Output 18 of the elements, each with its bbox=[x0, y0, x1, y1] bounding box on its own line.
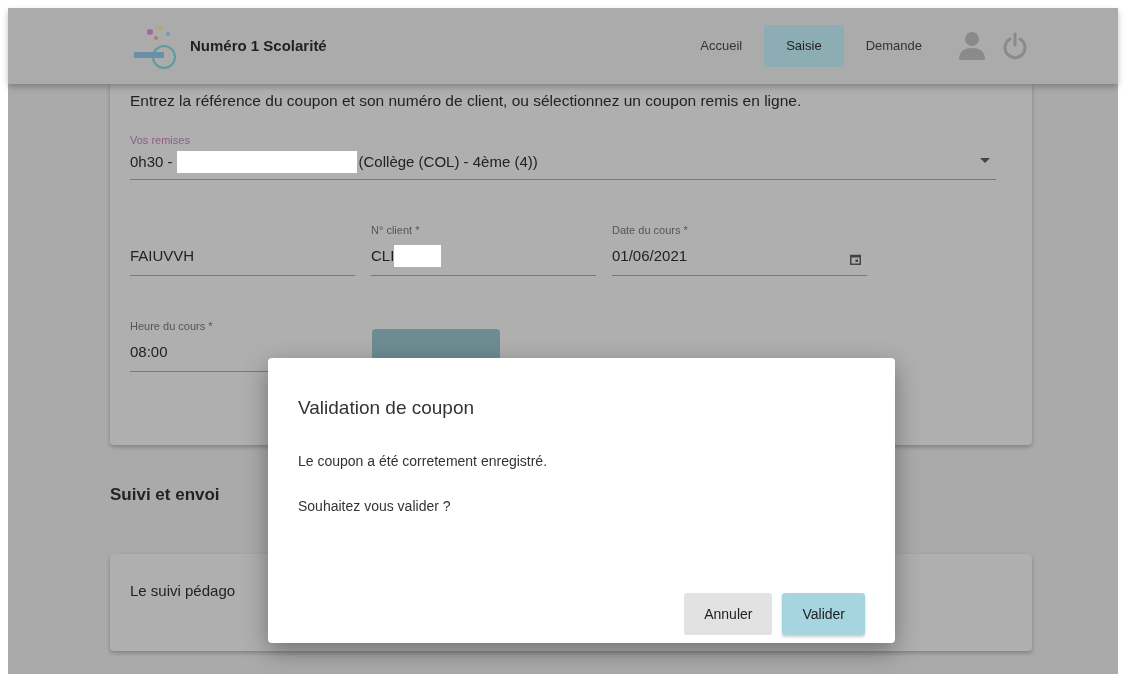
dialog-message: Le coupon a été corretement enregistré. bbox=[298, 451, 549, 471]
nav-tab[interactable]: Accueil bbox=[678, 25, 765, 67]
reference-field[interactable]: FAIUVVH bbox=[130, 244, 355, 277]
section-heading: Suivi et envoi bbox=[110, 484, 220, 506]
suivi-text: Le suivi pédago bbox=[130, 581, 236, 599]
remises-select[interactable]: Vos remises 0h30 - (Collège (COL) - 4ème (4)) bbox=[130, 132, 996, 181]
dialog-button[interactable]: Valider bbox=[782, 593, 865, 635]
nav-tab[interactable]: Demande bbox=[843, 25, 944, 67]
date-field[interactable]: Date du cours * 01/06/2021 bbox=[612, 222, 867, 277]
nav-tab[interactable]: Saisie bbox=[764, 25, 844, 67]
dropdown-caret-icon bbox=[980, 158, 990, 164]
client-field[interactable]: N° client * CLI bbox=[371, 222, 596, 277]
dialog-button[interactable]: Annuler bbox=[684, 593, 773, 635]
dialog-title: Validation de coupon bbox=[298, 396, 476, 420]
calendar-icon[interactable] bbox=[850, 254, 861, 266]
intro-text: Entrez la référence du coupon et son numéro de client, ou sélectionnez un coupon remis en ligne. bbox=[130, 91, 803, 111]
brand-title: Numéro 1 Scolarité bbox=[190, 35, 327, 56]
dialog-message: Souhaitez vous valider ? bbox=[298, 496, 452, 516]
